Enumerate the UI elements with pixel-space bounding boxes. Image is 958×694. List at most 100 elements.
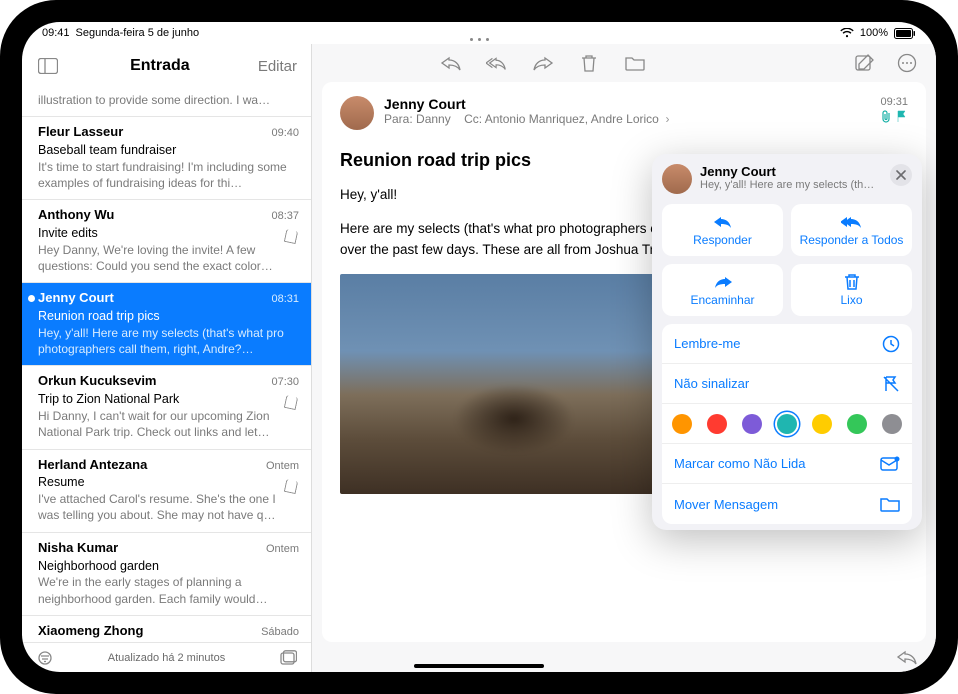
msg-sender: Herland Antezana: [38, 456, 147, 474]
mailbox-sidebar: Entrada Editar illustration to provide s…: [22, 44, 312, 672]
msg-preview: Hi Danny, I can't wait for our upcoming …: [38, 408, 299, 440]
msg-preview: We're in the early stages of planning a …: [38, 574, 299, 606]
move-message-button[interactable]: Mover Mensagem: [662, 484, 912, 524]
msg-subject: Resume: [38, 474, 299, 491]
flag-color-dot[interactable]: [847, 414, 867, 434]
list-item-selected[interactable]: Jenny Court08:31 Reunion road trip pics …: [22, 283, 311, 366]
status-time: 09:41: [42, 27, 70, 39]
reply-icon[interactable]: [440, 52, 462, 74]
cc-names[interactable]: Antonio Manriquez, Andre Lorico: [485, 112, 659, 126]
message-toolbar: [312, 44, 936, 82]
home-indicator[interactable]: [414, 664, 544, 668]
reply-all-icon[interactable]: [486, 52, 508, 74]
row-label: Lembre-me: [674, 336, 740, 351]
to-name[interactable]: Danny: [416, 112, 451, 126]
msg-preview: It's time to start fundraising! I'm incl…: [38, 159, 299, 191]
clock-icon: [882, 335, 900, 353]
unflag-button[interactable]: Não sinalizar: [662, 364, 912, 404]
forward-icon[interactable]: [532, 52, 554, 74]
list-item[interactable]: Orkun Kucuksevim 07:30 Trip to Zion Natio…: [22, 366, 311, 449]
msg-time: Ontem: [266, 459, 299, 474]
compose-icon[interactable]: [854, 52, 876, 74]
message-list[interactable]: illustration to provide some direction. …: [22, 86, 311, 642]
reply-all-button[interactable]: Responder a Todos: [791, 204, 912, 256]
wifi-icon: [840, 28, 854, 38]
sync-status: Atualizado há 2 minutos: [108, 652, 225, 664]
flag-color-dot[interactable]: [707, 414, 727, 434]
msg-sender: Xiaomeng Zhong: [38, 622, 143, 640]
flag-color-row: [662, 404, 912, 444]
envelope-dot-icon: [880, 456, 900, 472]
move-folder-icon[interactable]: [624, 52, 646, 74]
status-date: Segunda-feira 5 de junho: [76, 27, 200, 39]
msg-sender: Orkun Kucuksevim: [38, 372, 157, 390]
list-item[interactable]: Fleur Lasseur 09:40 Baseball team fundrai…: [22, 117, 311, 200]
reply-button[interactable]: Responder: [662, 204, 783, 256]
more-icon[interactable]: [896, 52, 918, 74]
flag-color-dot[interactable]: [812, 414, 832, 434]
row-label: Marcar como Não Lida: [674, 456, 806, 471]
reply-popover-icon[interactable]: [896, 646, 918, 668]
flag-color-dot[interactable]: [742, 414, 762, 434]
list-item[interactable]: Xiaomeng ZhongSábado Park Photos Hi Dann…: [22, 616, 311, 642]
chevron-right-icon[interactable]: ›: [662, 112, 669, 126]
flag-color-dot[interactable]: [672, 414, 692, 434]
message-view: Jenny Court Para: Danny Cc: Antonio Manr…: [312, 44, 936, 672]
forward-button[interactable]: Encaminhar: [662, 264, 783, 316]
popover-subtitle: Hey, y'all! Here are my selects (that's…: [700, 179, 880, 191]
close-icon[interactable]: [890, 164, 912, 186]
list-item[interactable]: Nisha Kumar Ontem Neighborhood garden We'…: [22, 533, 311, 616]
msg-sender: Fleur Lasseur: [38, 123, 123, 141]
row-label: Não sinalizar: [674, 376, 749, 391]
mailbox-title: Entrada: [62, 57, 258, 75]
avatar: [662, 164, 692, 194]
trash-button[interactable]: Lixo: [791, 264, 912, 316]
flag-icon: [896, 110, 908, 123]
msg-preview: Hey, y'all! Here are my selects (that's …: [38, 325, 299, 357]
edit-button[interactable]: Editar: [258, 58, 297, 75]
actions-popover: Jenny Court Hey, y'all! Here are my sele…: [652, 154, 922, 530]
msg-preview: Hey Danny, We're loving the invite! A fe…: [38, 242, 299, 274]
tile-label: Responder: [693, 233, 752, 247]
popover-title: Jenny Court: [700, 164, 880, 179]
trash-icon[interactable]: [578, 52, 600, 74]
multitask-dots[interactable]: [462, 34, 496, 44]
cc-label: Cc:: [464, 112, 482, 126]
remind-me-button[interactable]: Lembre-me: [662, 324, 912, 364]
list-item[interactable]: illustration to provide some direction. …: [22, 86, 311, 117]
filter-icon[interactable]: [36, 651, 54, 665]
mailboxes-icon[interactable]: [279, 650, 297, 666]
battery-icon: [894, 28, 916, 39]
list-item[interactable]: Anthony Wu08:37 Invite edits Hey Danny, …: [22, 200, 311, 283]
attachment-icon: [881, 110, 892, 123]
avatar[interactable]: [340, 96, 374, 130]
row-label: Mover Mensagem: [674, 497, 778, 512]
flag-color-dot[interactable]: [777, 414, 797, 434]
flag-color-dot[interactable]: [882, 414, 902, 434]
mark-unread-button[interactable]: Marcar como Não Lida: [662, 444, 912, 484]
msg-sender: Nisha Kumar: [38, 539, 118, 557]
reply-all-icon: [841, 213, 863, 231]
msg-subject: Trip to Zion National Park: [38, 391, 299, 408]
msg-time: 09:40: [271, 126, 299, 141]
msg-subject: Baseball team fundraiser: [38, 142, 299, 159]
trash-icon: [844, 273, 860, 291]
battery-label: 100%: [860, 27, 888, 39]
msg-time: Sábado: [261, 625, 299, 640]
msg-time: Ontem: [266, 542, 299, 557]
msg-sender: Jenny Court: [38, 289, 114, 307]
to-label: Para:: [384, 112, 413, 126]
message-time: 09:31: [880, 96, 908, 108]
list-item[interactable]: Herland Antezana Ontem Resume I've attach…: [22, 450, 311, 533]
msg-sender: Anthony Wu: [38, 206, 114, 224]
flag-off-icon: [882, 375, 900, 393]
msg-subject: Invite edits: [38, 225, 299, 242]
msg-subject: Park Photos: [38, 641, 299, 642]
msg-subject: Neighborhood garden: [38, 558, 299, 575]
msg-preview: I've attached Carol's resume. She's the …: [38, 491, 299, 523]
sidebar-toggle-icon[interactable]: [34, 52, 62, 80]
tile-label: Lixo: [840, 293, 862, 307]
msg-preview: illustration to provide some direction. …: [38, 92, 299, 108]
from-name[interactable]: Jenny Court: [384, 96, 870, 112]
msg-time: 07:30: [271, 375, 299, 390]
